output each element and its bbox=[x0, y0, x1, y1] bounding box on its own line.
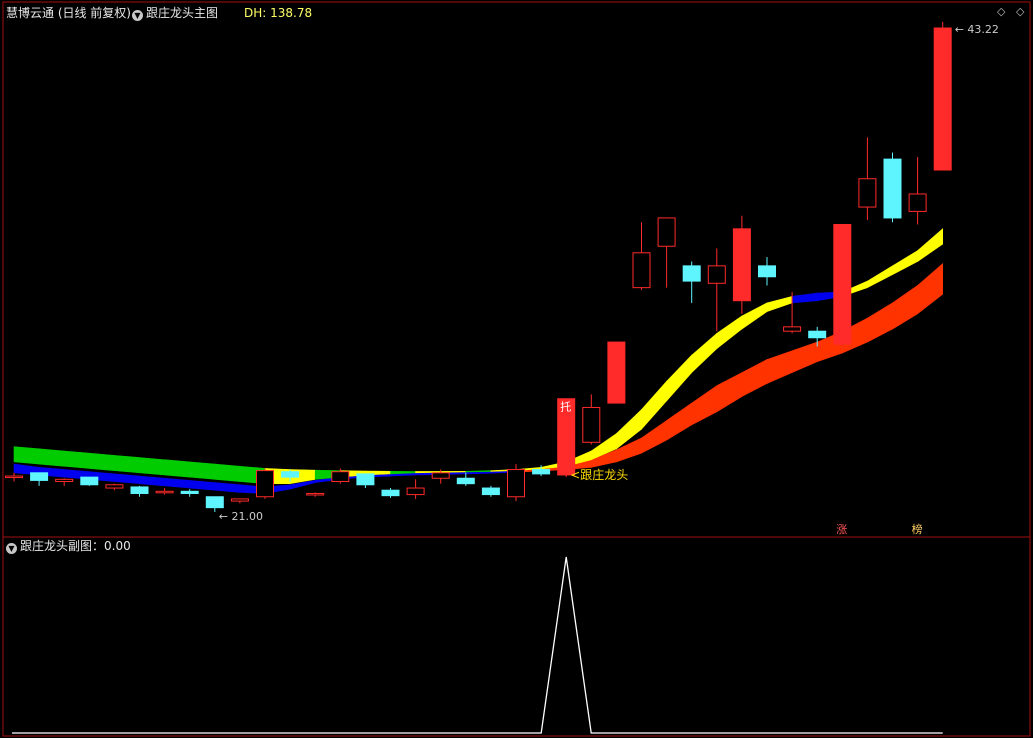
candle-body bbox=[55, 478, 74, 483]
upper-band-segment bbox=[440, 470, 467, 473]
lower-band-segment bbox=[766, 350, 793, 384]
lower-band-segment bbox=[114, 473, 140, 485]
diamond-icon[interactable]: ◇ bbox=[1016, 5, 1024, 18]
candle-body bbox=[657, 217, 676, 247]
lower-band-segment bbox=[139, 475, 165, 487]
upper-band-segment bbox=[741, 302, 768, 330]
candle-body bbox=[331, 471, 350, 483]
lower-band-segment bbox=[741, 359, 768, 398]
candle-body bbox=[30, 472, 49, 481]
candle-body bbox=[507, 469, 525, 498]
chevron-down-icon[interactable]: ▼ bbox=[6, 543, 17, 554]
lower-band-segment bbox=[691, 385, 718, 426]
marker-bang: 榜 bbox=[912, 522, 923, 536]
upper-band-segment bbox=[691, 332, 718, 374]
upper-band-segment bbox=[114, 455, 140, 474]
candle-body bbox=[858, 178, 877, 208]
marker-tuo: 托 bbox=[560, 400, 571, 414]
lower-band-segment bbox=[716, 372, 743, 413]
candle-body bbox=[130, 486, 149, 494]
candle-body bbox=[155, 490, 174, 494]
candle-body bbox=[933, 27, 952, 171]
candle-body bbox=[707, 265, 726, 284]
candle-body bbox=[281, 471, 300, 478]
lower-band-segment bbox=[164, 477, 190, 489]
price-high-label: ← 43.22 bbox=[955, 23, 999, 36]
price-low-label: ← 21.00 bbox=[219, 510, 263, 523]
candle-body bbox=[481, 487, 500, 496]
candle-body bbox=[783, 326, 802, 332]
lower-band-segment bbox=[917, 263, 944, 315]
candle-body bbox=[456, 477, 475, 485]
stock-title-text: 慧博云通 (日线 前复权) bbox=[6, 6, 131, 20]
sub-indicator-selector[interactable]: ▼ 跟庄龙头副图：0.00 bbox=[6, 539, 131, 554]
candle-body bbox=[256, 470, 274, 498]
upper-band-segment bbox=[791, 292, 818, 304]
candle-body bbox=[582, 406, 601, 443]
candle-body bbox=[532, 469, 551, 475]
upper-band-segment bbox=[766, 295, 793, 313]
upper-band-segment bbox=[666, 354, 693, 402]
stock-title: 慧博云通 (日线 前复权) bbox=[6, 6, 131, 20]
candle-body bbox=[682, 265, 701, 282]
diamond-icon[interactable]: ◇ bbox=[997, 5, 1005, 18]
candle-body bbox=[80, 476, 99, 486]
upper-band-segment bbox=[189, 461, 216, 480]
lower-band-segment bbox=[666, 402, 693, 441]
lower-band-segment bbox=[189, 480, 216, 491]
sub-indicator-label: 跟庄龙头副图：0.00 bbox=[20, 539, 131, 553]
upper-band-segment bbox=[641, 380, 667, 431]
main-frame bbox=[2, 1, 1031, 737]
upper-band-segment bbox=[716, 315, 743, 350]
upper-band-segment bbox=[214, 463, 241, 482]
upper-band-segment bbox=[89, 452, 115, 471]
candle-body bbox=[230, 498, 249, 502]
candle-body bbox=[808, 330, 827, 339]
main-indicator-label: 跟庄龙头主图 bbox=[146, 6, 219, 20]
lower-band-segment bbox=[867, 302, 893, 343]
upper-band-segment bbox=[465, 470, 492, 473]
candle-body bbox=[180, 490, 199, 494]
sub-signal-line bbox=[12, 556, 943, 734]
candle-body bbox=[356, 473, 375, 486]
candle-body bbox=[732, 228, 751, 302]
upper-band-segment bbox=[13, 446, 40, 465]
marker-zhang: 涨 bbox=[836, 523, 847, 536]
upper-band-segment bbox=[139, 457, 165, 476]
upper-band-segment bbox=[63, 450, 90, 469]
upper-band-segment bbox=[164, 459, 190, 478]
candle-body bbox=[105, 484, 124, 489]
sub-indicator-layer bbox=[12, 556, 943, 734]
candle-body bbox=[607, 341, 626, 404]
chart-window: ← 43.22 ← 21.00 <跟庄龙头托涨榜 慧博云通 (日线 前复权) ▼ 跟庄… bbox=[0, 0, 1033, 738]
candle-body bbox=[883, 158, 902, 219]
chevron-down-icon[interactable]: ▼ bbox=[132, 10, 143, 21]
candle-body bbox=[758, 265, 776, 278]
kline-chart[interactable]: ← 43.22 ← 21.00 <跟庄龙头 托涨 榜 bbox=[0, 0, 1033, 738]
candle-body bbox=[381, 489, 400, 497]
candle-body bbox=[406, 487, 425, 496]
lower-band-segment bbox=[892, 284, 918, 330]
upper-band-segment bbox=[892, 250, 918, 276]
main-indicator-selector[interactable]: ▼ 跟庄龙头主图 bbox=[132, 6, 218, 21]
lower-band-segment bbox=[214, 482, 241, 493]
signal-label: <跟庄龙头 bbox=[570, 467, 628, 482]
upper-band-segment bbox=[917, 228, 944, 263]
candle-body bbox=[431, 472, 450, 479]
bands-layer bbox=[13, 228, 944, 494]
upper-band-segment bbox=[38, 448, 65, 467]
candle-body bbox=[833, 223, 852, 345]
upper-band-segment bbox=[867, 265, 893, 289]
candle-body bbox=[632, 252, 651, 289]
candles-layer bbox=[5, 21, 952, 512]
candle-body bbox=[205, 496, 224, 509]
candle-body bbox=[908, 193, 927, 212]
candle-body bbox=[306, 492, 325, 496]
lower-band-segment bbox=[791, 341, 818, 374]
candle-body bbox=[5, 475, 23, 479]
dh-readout: DH: 138.78 bbox=[244, 6, 313, 20]
